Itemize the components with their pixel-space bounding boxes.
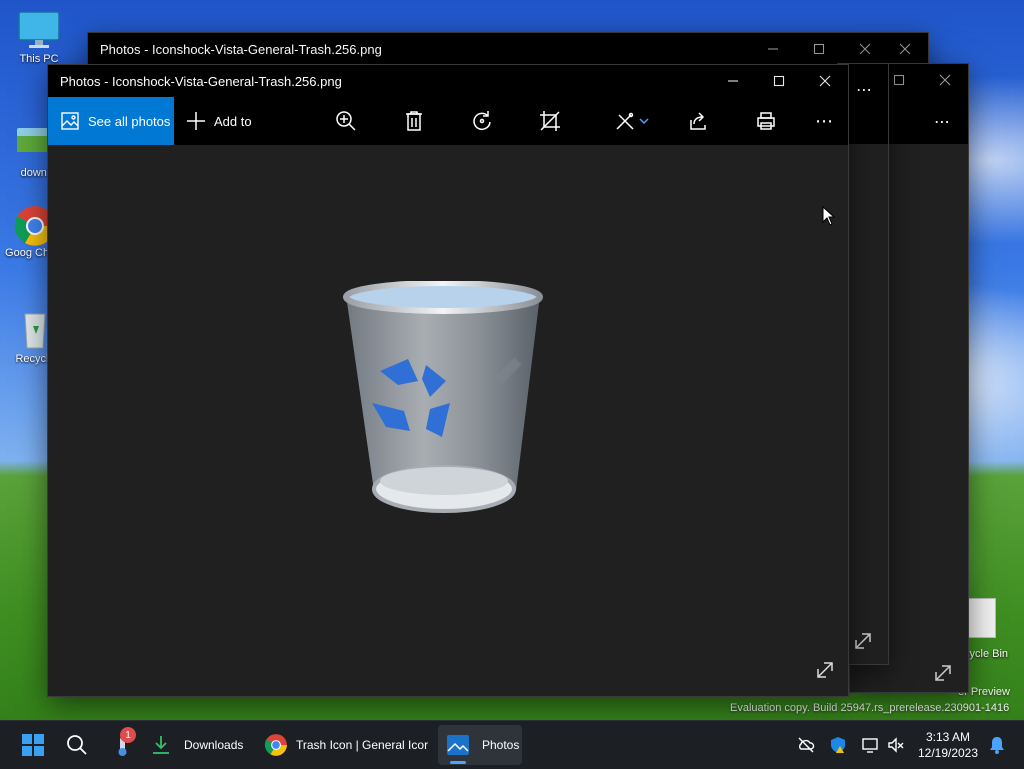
photos-app-icon (447, 735, 469, 755)
expand-icon[interactable] (852, 630, 874, 657)
minimize-button[interactable] (750, 33, 796, 65)
window-title: Photos - Iconshock-Vista-General-Trash.2… (60, 73, 342, 89)
taskbar-downloads[interactable]: Downloads (150, 725, 254, 765)
file-icon (968, 598, 996, 638)
tray-network-off[interactable] (794, 721, 818, 769)
taskbar: 1 Downloads Trash Icon | General Icor Ph… (0, 720, 1024, 769)
share-icon[interactable] (686, 97, 710, 145)
clock[interactable]: 3:13 AM 12/19/2023 (914, 721, 982, 769)
chrome-icon (264, 734, 287, 756)
print-icon[interactable] (754, 97, 778, 145)
cloud-off-icon (798, 737, 815, 753)
more-icon[interactable]: ⋯ (856, 80, 872, 100)
desktop-icon-label: This PC (19, 53, 59, 65)
edit-icon[interactable] (612, 97, 652, 145)
taskbar-chrome-label: Trash Icon | General Icor (296, 738, 428, 752)
tray-security[interactable] (826, 721, 850, 769)
photos-toolbar: See all photos Add to ⋯ (48, 97, 848, 145)
minimize-button[interactable] (710, 65, 756, 97)
maximize-button[interactable] (796, 33, 842, 65)
taskbar-downloads-label: Downloads (184, 738, 244, 752)
tray-audio[interactable] (884, 721, 908, 769)
image-canvas[interactable] (48, 145, 848, 696)
close-button[interactable] (802, 65, 848, 97)
clock-time: 3:13 AM (925, 730, 971, 744)
notification-badge: 1 (120, 727, 136, 743)
crop-icon[interactable] (538, 97, 562, 145)
expand-icon[interactable] (932, 662, 954, 689)
add-to-label: Add to (214, 113, 252, 129)
taskbar-chrome[interactable]: Trash Icon | General Icor (264, 725, 428, 765)
plus-icon (186, 111, 206, 131)
watermark-line2: Evaluation copy. Build 25947.rs_prerelea… (730, 702, 1010, 714)
monitor-icon (17, 10, 61, 50)
widgets-button[interactable]: 1 (106, 725, 138, 765)
desktop-icon-this-pc[interactable]: This PC (4, 10, 74, 65)
rotate-icon[interactable] (470, 97, 494, 145)
search-icon (67, 735, 87, 755)
zoom-in-icon[interactable] (334, 97, 358, 145)
see-all-photos-button[interactable]: See all photos (48, 97, 174, 145)
desktop-icon-label: downl (20, 167, 50, 179)
add-to-button[interactable]: Add to (186, 97, 252, 145)
maximize-button[interactable] (756, 65, 802, 97)
display-icon (862, 738, 878, 753)
see-all-photos-label: See all photos (88, 113, 171, 129)
notifications-button[interactable] (986, 721, 1008, 769)
active-indicator (450, 761, 466, 764)
desktop-icon-recycle-bin-right[interactable]: cycle Bin (964, 598, 1024, 662)
desktop-icon-label: cycle Bin (964, 648, 1009, 660)
tray-display[interactable] (858, 721, 882, 769)
photos-icon (61, 112, 79, 130)
download-icon (153, 736, 169, 754)
more-icon[interactable]: ⋯ (934, 112, 951, 132)
start-button[interactable] (16, 725, 50, 765)
delete-icon[interactable] (402, 97, 426, 145)
speaker-muted-icon (888, 737, 904, 753)
title-bar[interactable]: Photos - Iconshock-Vista-General-Trash.2… (48, 65, 848, 97)
search-button[interactable] (62, 725, 92, 765)
photo-trash-can (338, 280, 548, 531)
close-button[interactable] (882, 33, 928, 65)
taskbar-photos-label: Photos (482, 738, 520, 752)
close-button[interactable] (922, 64, 968, 96)
more-icon[interactable]: ⋯ (810, 97, 838, 145)
photos-window[interactable]: Photos - Iconshock-Vista-General-Trash.2… (48, 65, 848, 696)
clock-date: 12/19/2023 (917, 746, 979, 760)
fullscreen-icon[interactable] (814, 659, 836, 686)
mouse-cursor (822, 205, 836, 231)
shield-warning-icon (831, 737, 845, 753)
bell-icon (990, 737, 1004, 754)
windows-icon (22, 734, 44, 756)
taskbar-photos[interactable]: Photos (438, 725, 522, 765)
